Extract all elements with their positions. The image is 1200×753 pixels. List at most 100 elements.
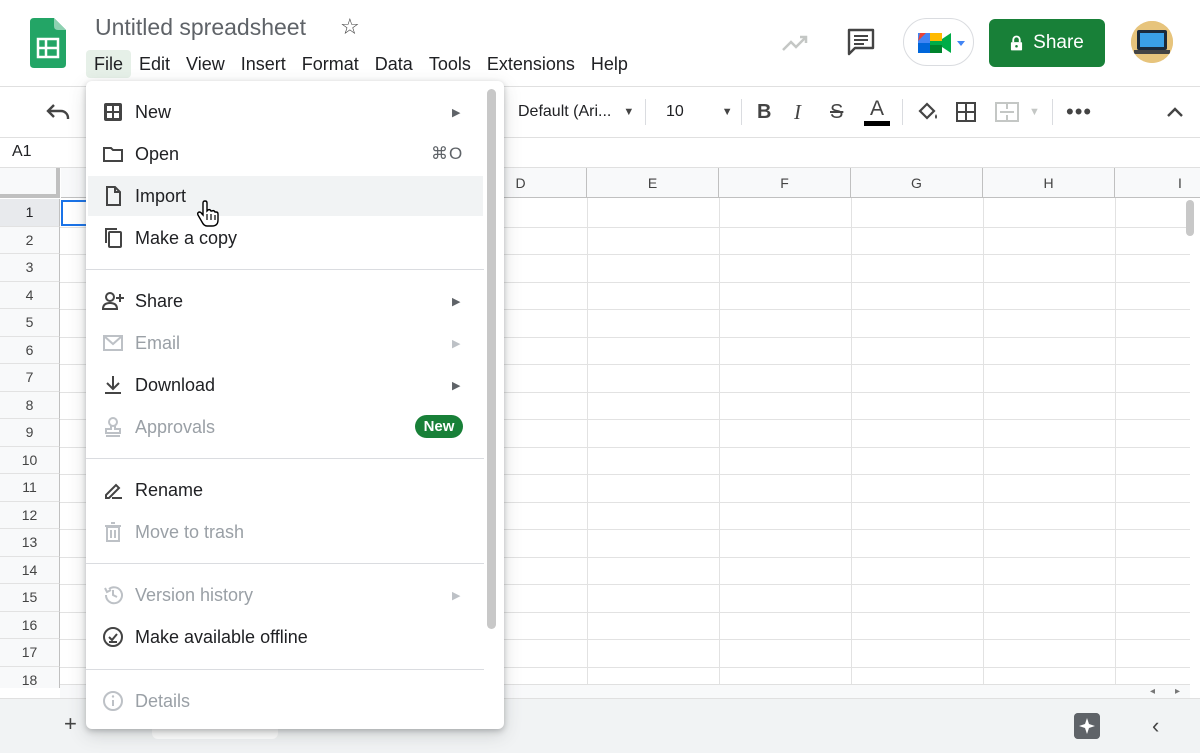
sheets-logo-icon[interactable] bbox=[30, 18, 66, 68]
font-size-select[interactable]: 10 ▼ bbox=[666, 87, 733, 137]
column-gridline bbox=[719, 198, 720, 688]
add-sheet-icon[interactable]: + bbox=[64, 711, 77, 737]
file-menu-version-history[interactable]: Version history ▶ bbox=[86, 575, 484, 615]
file-menu-open[interactable]: Open ⌘O bbox=[86, 134, 484, 174]
file-menu-offline-label: Make available offline bbox=[135, 626, 308, 647]
menu-insert[interactable]: Insert bbox=[233, 50, 294, 78]
toolbar-divider bbox=[741, 99, 742, 125]
file-menu-import-label: Import bbox=[135, 185, 187, 206]
row-header[interactable]: 5 bbox=[0, 309, 60, 337]
font-family-select[interactable]: Default (Ari... ▼ bbox=[518, 87, 634, 137]
column-header-h[interactable]: H bbox=[983, 168, 1115, 198]
chevron-down-icon[interactable]: ▼ bbox=[1029, 87, 1040, 137]
toolbar-divider bbox=[1052, 99, 1053, 125]
file-menu-make-copy[interactable]: Make a copy bbox=[86, 218, 484, 258]
file-menu-email[interactable]: Email ▶ bbox=[86, 323, 484, 363]
row-header[interactable]: 9 bbox=[0, 419, 60, 447]
comments-icon[interactable] bbox=[845, 26, 877, 58]
file-menu-share[interactable]: Share ▶ bbox=[86, 281, 484, 321]
row-header[interactable]: 17 bbox=[0, 639, 60, 667]
merge-cells-icon[interactable] bbox=[994, 101, 1020, 123]
row-header[interactable]: 2 bbox=[0, 226, 60, 254]
file-menu-rename[interactable]: Rename bbox=[86, 470, 484, 510]
strikethrough-icon[interactable]: S bbox=[830, 87, 843, 137]
document-title[interactable]: Untitled spreadsheet bbox=[95, 14, 306, 41]
share-button[interactable]: Share bbox=[989, 19, 1105, 67]
submenu-arrow-icon: ▶ bbox=[452, 295, 461, 308]
file-menu-import[interactable]: Import bbox=[88, 176, 483, 216]
row-header[interactable]: 12 bbox=[0, 501, 60, 529]
row-header[interactable]: 11 bbox=[0, 474, 60, 502]
text-color-icon[interactable]: A bbox=[864, 87, 890, 137]
file-menu-move-to-trash[interactable]: Move to trash bbox=[86, 512, 484, 552]
more-icon[interactable]: ••• bbox=[1066, 87, 1092, 137]
row-header[interactable]: 4 bbox=[0, 281, 60, 309]
menu-format[interactable]: Format bbox=[294, 50, 367, 78]
menu-file[interactable]: File bbox=[86, 50, 132, 78]
row-header[interactable]: 15 bbox=[0, 584, 60, 612]
menu-view[interactable]: View bbox=[178, 50, 233, 78]
menu-data[interactable]: Data bbox=[367, 50, 421, 78]
column-header-f[interactable]: F bbox=[719, 168, 851, 198]
file-menu-download[interactable]: Download ▶ bbox=[86, 365, 484, 405]
column-header-e[interactable]: E bbox=[587, 168, 719, 198]
menu-scrollbar[interactable] bbox=[487, 89, 496, 629]
menu-extensions[interactable]: Extensions bbox=[479, 50, 583, 78]
column-gridline bbox=[983, 198, 984, 688]
scroll-right-icon[interactable]: ▸ bbox=[1175, 686, 1180, 697]
star-icon[interactable]: ☆ bbox=[340, 14, 360, 40]
explore-icon[interactable] bbox=[1074, 713, 1100, 739]
trash-icon bbox=[105, 522, 121, 542]
fill-color-icon[interactable] bbox=[916, 100, 940, 124]
share-button-label: Share bbox=[1033, 32, 1084, 53]
avatar-image-icon bbox=[1131, 21, 1173, 63]
new-sheet-icon bbox=[104, 103, 122, 121]
vertical-scrollbar[interactable] bbox=[1186, 200, 1194, 236]
file-menu-new[interactable]: New ▶ bbox=[86, 92, 484, 132]
column-gridline bbox=[587, 198, 588, 688]
row-header[interactable]: 7 bbox=[0, 364, 60, 392]
column-header-g[interactable]: G bbox=[851, 168, 983, 198]
chevron-down-icon: ▼ bbox=[721, 106, 733, 118]
collapse-side-panel-icon[interactable]: ‹ bbox=[1152, 713, 1159, 739]
italic-icon[interactable]: I bbox=[794, 87, 801, 137]
offline-icon bbox=[103, 627, 123, 647]
file-menu-details[interactable]: Details bbox=[86, 681, 484, 721]
row-header[interactable]: 14 bbox=[0, 556, 60, 584]
scroll-left-icon[interactable]: ◂ bbox=[1150, 686, 1155, 697]
font-family-value: Default (Ari... bbox=[518, 103, 612, 120]
row-header[interactable]: 3 bbox=[0, 254, 60, 282]
submenu-arrow-icon: ▶ bbox=[452, 337, 461, 350]
menu-divider bbox=[86, 458, 484, 459]
row-header[interactable]: 18 bbox=[0, 666, 60, 688]
column-header-i[interactable]: I bbox=[1115, 168, 1200, 198]
name-box[interactable]: A1 bbox=[12, 143, 32, 161]
submenu-arrow-icon: ▶ bbox=[452, 106, 461, 119]
activity-trend-icon[interactable] bbox=[780, 28, 810, 58]
row-header[interactable]: 13 bbox=[0, 529, 60, 557]
file-menu-offline[interactable]: Make available offline bbox=[86, 617, 484, 657]
borders-icon[interactable] bbox=[955, 101, 977, 123]
bold-icon[interactable]: B bbox=[757, 87, 771, 137]
undo-icon[interactable] bbox=[46, 101, 70, 123]
meet-icon bbox=[918, 33, 965, 53]
collapse-toolbar-icon[interactable] bbox=[1166, 104, 1184, 120]
meet-button[interactable] bbox=[903, 18, 974, 66]
submenu-arrow-icon: ▶ bbox=[452, 379, 461, 392]
select-all-corner[interactable] bbox=[0, 168, 60, 198]
file-menu-download-label: Download bbox=[135, 374, 216, 395]
row-header[interactable]: 16 bbox=[0, 611, 60, 639]
menu-help[interactable]: Help bbox=[583, 50, 636, 78]
row-header[interactable]: 1 bbox=[0, 199, 60, 227]
row-header[interactable]: 10 bbox=[0, 446, 60, 474]
file-menu-make-copy-label: Make a copy bbox=[135, 227, 238, 248]
file-menu-approvals[interactable]: Approvals New bbox=[86, 407, 484, 447]
row-header[interactable]: 6 bbox=[0, 336, 60, 364]
menu-edit[interactable]: Edit bbox=[131, 50, 178, 78]
stamp-icon bbox=[105, 417, 121, 437]
account-avatar[interactable] bbox=[1131, 21, 1173, 63]
new-badge: New bbox=[415, 415, 463, 438]
menu-tools[interactable]: Tools bbox=[421, 50, 479, 78]
row-header[interactable]: 8 bbox=[0, 391, 60, 419]
font-size-value: 10 bbox=[666, 103, 684, 120]
